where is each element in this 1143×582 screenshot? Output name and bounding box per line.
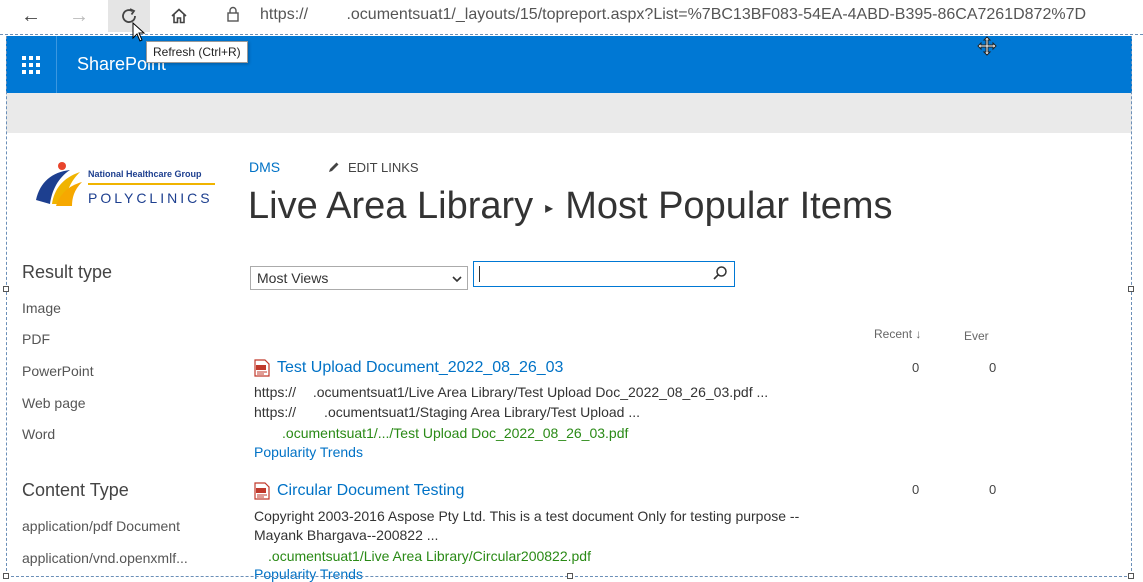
refiner-item-powerpoint[interactable]: PowerPoint xyxy=(22,363,94,379)
refiner-heading-content-type: Content Type xyxy=(22,480,129,500)
home-icon[interactable] xyxy=(158,0,200,32)
selection-frame-top xyxy=(0,34,1143,35)
logo-text-name: POLYCLINICS xyxy=(88,190,213,206)
search-icon[interactable] xyxy=(712,265,728,286)
result-recent-count: 0 xyxy=(912,360,920,375)
pdf-icon xyxy=(254,482,270,500)
chevron-down-icon xyxy=(451,269,463,288)
text-caret xyxy=(479,266,480,282)
edit-links-button[interactable]: EDIT LINKS xyxy=(328,160,419,176)
popularity-trends-link[interactable]: Popularity Trends xyxy=(254,566,363,582)
waffle-icon xyxy=(22,55,40,74)
result-recent-count: 0 xyxy=(912,482,920,497)
column-ever[interactable]: Ever xyxy=(964,329,989,343)
mouse-cursor-icon xyxy=(132,21,146,47)
page-title: Live Area Library ▸ Most Popular Items xyxy=(248,185,893,228)
move-icon[interactable] xyxy=(977,36,997,62)
resize-handle[interactable] xyxy=(567,573,573,579)
page-title-page: Most Popular Items xyxy=(565,185,893,227)
refiner-item-image[interactable]: Image xyxy=(22,300,61,316)
app-launcher-button[interactable] xyxy=(6,36,57,93)
pencil-icon xyxy=(328,161,340,176)
lock-icon[interactable] xyxy=(226,6,240,25)
result-title-text: Circular Document Testing xyxy=(277,482,465,499)
browser-toolbar: ← → https:// .ocumentsuat1/_layouts/15/t… xyxy=(0,0,1143,34)
result-ever-count: 0 xyxy=(989,360,997,375)
refiner-item-word[interactable]: Word xyxy=(22,426,55,442)
resize-handle[interactable] xyxy=(1128,573,1134,579)
resize-handle[interactable] xyxy=(1128,286,1134,292)
result-title-link[interactable]: Test Upload Document_2022_08_26_03 xyxy=(254,359,563,377)
result-summary-line: https:// .ocumentsuat1/Live Area Library… xyxy=(254,384,769,400)
address-bar[interactable]: https:// .ocumentsuat1/_layouts/15/topre… xyxy=(260,6,1086,24)
result-ever-count: 0 xyxy=(989,482,997,497)
result-summary-line: https:// .ocumentsuat1/Staging Area Libr… xyxy=(254,404,641,420)
result-summary-line: Copyright 2003-2016 Aspose Pty Ltd. This… xyxy=(254,508,800,524)
pdf-icon xyxy=(254,359,270,377)
refiner-item-web-page[interactable]: Web page xyxy=(22,395,86,411)
logo-divider xyxy=(88,183,215,185)
resize-handle[interactable] xyxy=(3,286,9,292)
result-title-link[interactable]: Circular Document Testing xyxy=(254,482,464,500)
title-separator-icon: ▸ xyxy=(545,199,554,217)
popularity-trends-link[interactable]: Popularity Trends xyxy=(254,444,363,460)
ribbon-bar xyxy=(6,93,1132,133)
forward-icon[interactable]: → xyxy=(58,0,100,32)
edit-links-label: EDIT LINKS xyxy=(348,160,419,175)
result-summary-line: Mayank Bhargava--200822 ... xyxy=(254,527,439,543)
selection-frame-right xyxy=(1131,36,1132,576)
refiner-heading-result-type: Result type xyxy=(22,262,113,282)
breadcrumb-dms[interactable]: DMS xyxy=(249,159,280,175)
refiner-item-openxml[interactable]: application/vnd.openxmlf... xyxy=(22,550,188,566)
refiner-item-pdf-document[interactable]: application/pdf Document xyxy=(22,518,180,534)
resize-handle[interactable] xyxy=(3,573,9,579)
search-input[interactable] xyxy=(473,261,735,287)
result-path[interactable]: .ocumentsuat1/Live Area Library/Circular… xyxy=(254,548,591,564)
selection-frame-left xyxy=(6,36,7,576)
page-title-library[interactable]: Live Area Library xyxy=(248,185,533,227)
back-icon[interactable]: ← xyxy=(10,0,52,32)
refresh-tooltip: Refresh (Ctrl+R) xyxy=(146,41,248,63)
sort-dropdown[interactable]: Most Views xyxy=(250,266,468,290)
column-recent[interactable]: Recent ↓ xyxy=(874,327,921,341)
sort-selected-value: Most Views xyxy=(257,270,329,286)
logo-text-org: National Healthcare Group xyxy=(88,169,202,179)
result-path[interactable]: .ocumentsuat1/.../Test Upload Doc_2022_0… xyxy=(254,425,628,441)
refiner-item-pdf[interactable]: PDF xyxy=(22,331,50,347)
result-title-text: Test Upload Document_2022_08_26_03 xyxy=(277,359,564,376)
